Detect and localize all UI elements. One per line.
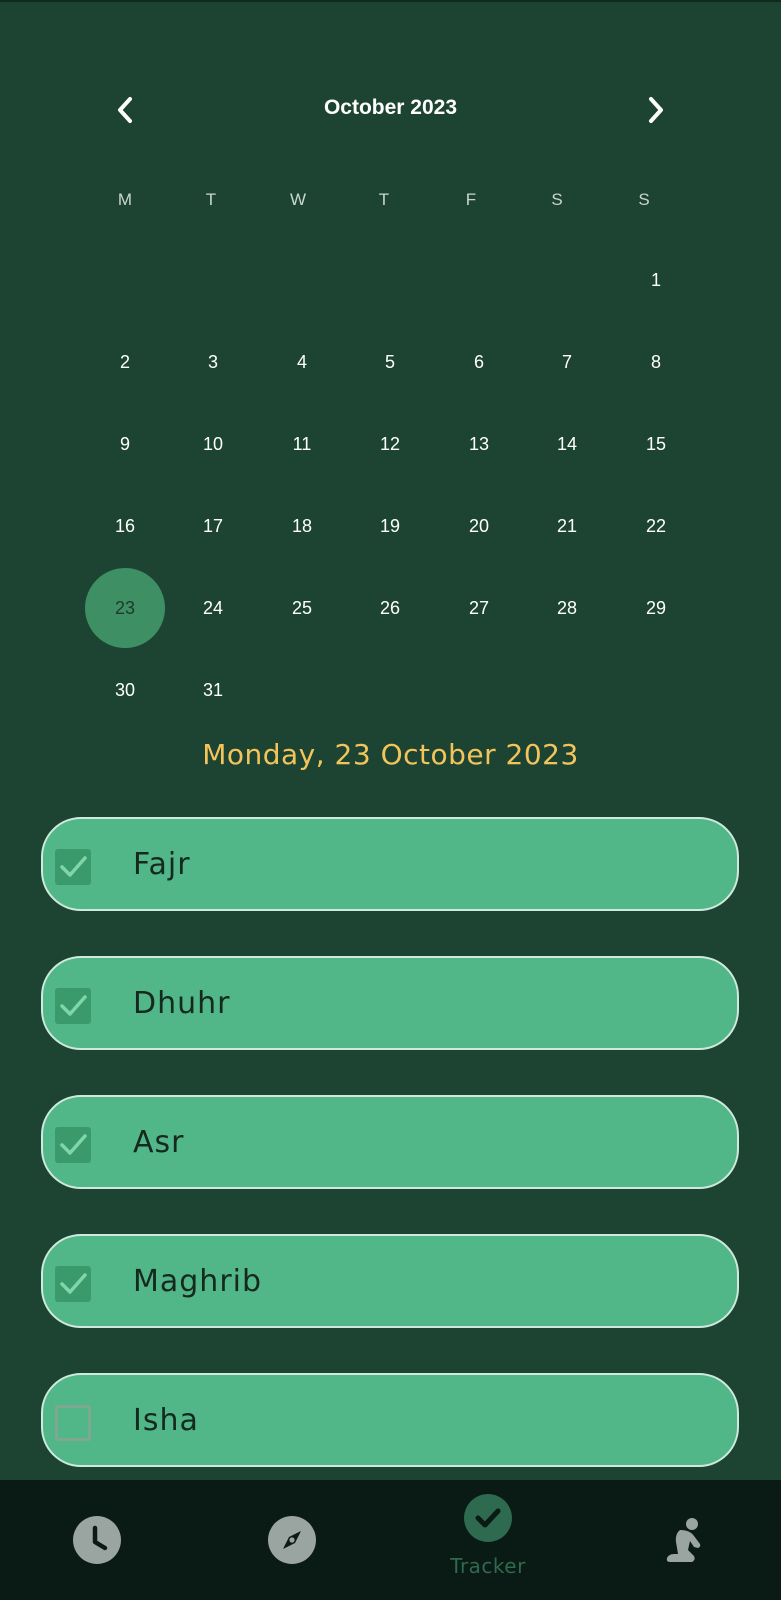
- prayer-name: Fajr: [133, 847, 191, 882]
- calendar-day[interactable]: 26: [350, 568, 430, 648]
- prayer-name: Maghrib: [133, 1264, 263, 1299]
- calendar-day[interactable]: 29: [616, 568, 696, 648]
- checkmark-icon: [60, 1273, 87, 1294]
- calendar-day[interactable]: 13: [439, 404, 519, 484]
- calendar-day[interactable]: 25: [262, 568, 342, 648]
- calendar-day[interactable]: 20: [439, 486, 519, 566]
- calendar-day[interactable]: 21: [527, 486, 607, 566]
- calendar-day[interactable]: 7: [527, 322, 607, 402]
- selected-date-label: Monday, 23 October 2023: [202, 738, 579, 771]
- prayer-name: Asr: [133, 1125, 185, 1160]
- calendar-day[interactable]: 31: [173, 650, 253, 730]
- check-circle-icon: [464, 1494, 512, 1542]
- prayer-item-asr[interactable]: Asr: [41, 1095, 739, 1189]
- prayer-checkbox[interactable]: [55, 849, 91, 885]
- calendar-day-selected[interactable]: 23: [85, 568, 165, 648]
- bottom-navigation: Tracker: [0, 1480, 781, 1600]
- checkmark-icon: [60, 995, 87, 1016]
- prayer-checkbox[interactable]: [55, 1405, 91, 1441]
- calendar-day[interactable]: 14: [527, 404, 607, 484]
- clock-icon: [73, 1516, 121, 1564]
- nav-item-prayer-guide[interactable]: [624, 1480, 744, 1600]
- calendar-day[interactable]: 19: [350, 486, 430, 566]
- nav-item-times[interactable]: [37, 1480, 157, 1600]
- calendar-day[interactable]: 6: [439, 322, 519, 402]
- prayer-checkbox[interactable]: [55, 1127, 91, 1163]
- calendar-day[interactable]: 18: [262, 486, 342, 566]
- checkmark-icon: [60, 856, 87, 877]
- calendar-day[interactable]: 2: [85, 322, 165, 402]
- prayer-person-icon: [666, 1518, 701, 1562]
- prayer-item-maghrib[interactable]: Maghrib: [41, 1234, 739, 1328]
- prayer-name: Isha: [133, 1403, 199, 1438]
- prayer-item-fajr[interactable]: Fajr: [41, 817, 739, 911]
- calendar-day[interactable]: 5: [350, 322, 430, 402]
- calendar-grid: 1 2 3 4 5 6 7 8 9 10 11 12 13 14 15 16 17 18 19 20 21 22 23 24 2…: [0, 0, 781, 720]
- checkmark-icon: [60, 1134, 87, 1155]
- calendar-day[interactable]: 12: [350, 404, 430, 484]
- calendar-day[interactable]: 28: [527, 568, 607, 648]
- calendar-day[interactable]: 11: [262, 404, 342, 484]
- prayer-name: Dhuhr: [133, 986, 231, 1021]
- calendar-day[interactable]: 4: [262, 322, 342, 402]
- calendar-day[interactable]: 16: [85, 486, 165, 566]
- calendar-day[interactable]: 3: [173, 322, 253, 402]
- prayer-checkbox[interactable]: [55, 988, 91, 1024]
- nav-item-qibla[interactable]: [232, 1480, 352, 1600]
- calendar-day[interactable]: 17: [173, 486, 253, 566]
- compass-icon: [268, 1516, 316, 1564]
- calendar-day[interactable]: 1: [616, 240, 696, 320]
- calendar-day[interactable]: 22: [616, 486, 696, 566]
- calendar-day[interactable]: 30: [85, 650, 165, 730]
- nav-item-label: Tracker: [450, 1554, 526, 1578]
- calendar-day[interactable]: 8: [616, 322, 696, 402]
- calendar-day[interactable]: 15: [616, 404, 696, 484]
- calendar-day[interactable]: 10: [173, 404, 253, 484]
- nav-item-tracker[interactable]: Tracker: [428, 1480, 548, 1600]
- prayer-checkbox[interactable]: [55, 1266, 91, 1302]
- calendar-day[interactable]: 24: [173, 568, 253, 648]
- calendar-day[interactable]: 9: [85, 404, 165, 484]
- prayer-item-isha[interactable]: Isha: [41, 1373, 739, 1467]
- prayer-item-dhuhr[interactable]: Dhuhr: [41, 956, 739, 1050]
- calendar-day[interactable]: 27: [439, 568, 519, 648]
